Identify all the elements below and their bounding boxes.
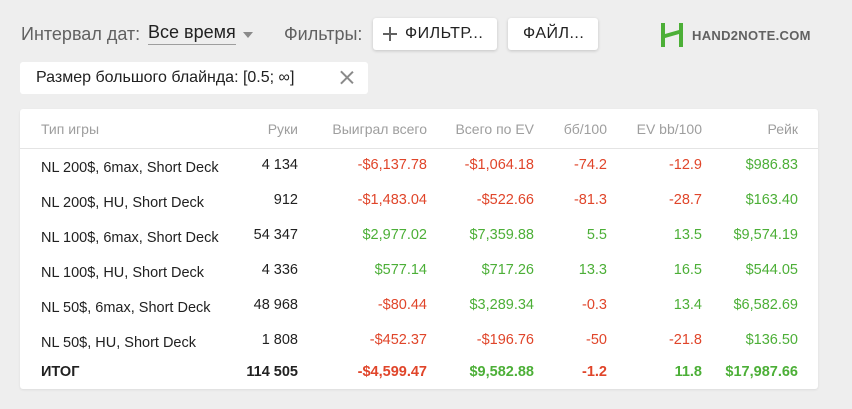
toolbar: Интервал дат: Все время Фильтры: ФИЛЬТР.… (0, 0, 852, 62)
date-interval-label: Интервал дат: (21, 24, 141, 44)
cell-ev-bb100: 13.5 (673, 227, 702, 243)
add-filter-button-label: ФИЛЬТР... (405, 25, 484, 42)
cell-game: NL 100$, 6max, Short Deck (41, 230, 219, 246)
cell-hands: 4 134 (261, 157, 298, 173)
logo-text: HAND2NOTE.COM (692, 27, 811, 43)
cell-won: -$452.37 (369, 332, 427, 348)
cell-won: -$6,137.78 (357, 157, 427, 173)
date-interval-value[interactable]: Все время (148, 22, 236, 45)
header-bb100[interactable]: бб/100 (564, 121, 607, 137)
table-header: Тип игры Руки Выиграл всего Всего по EV … (20, 109, 818, 149)
file-button[interactable]: ФАЙЛ... (508, 18, 598, 50)
table-row[interactable]: NL 100$, HU, Short Deck 4 336 $577.14 $7… (20, 262, 818, 297)
cell-hands: 1 808 (261, 332, 298, 348)
cell-bb100: 13.3 (578, 262, 607, 278)
hand2note-logo[interactable]: HAND2NOTE.COM (659, 21, 811, 49)
plus-icon (383, 27, 397, 41)
cell-game: NL 50$, HU, Short Deck (41, 335, 196, 351)
total-hands: 114 505 (246, 364, 298, 380)
cell-rake: $544.05 (745, 262, 798, 278)
cell-game: NL 200$, HU, Short Deck (41, 195, 205, 211)
header-ev-total[interactable]: Всего по EV (455, 121, 534, 137)
header-rake[interactable]: Рейк (768, 121, 798, 137)
table-row[interactable]: NL 200$, 6max, Short Deck 4 134 -$6,137.… (20, 157, 818, 192)
add-filter-button[interactable]: ФИЛЬТР... (373, 18, 497, 50)
file-button-label: ФАЙЛ... (523, 25, 585, 42)
cell-bb100: -0.3 (582, 297, 607, 313)
table-row[interactable]: NL 200$, HU, Short Deck 912 -$1,483.04 -… (20, 192, 818, 227)
cell-game: NL 50$, 6max, Short Deck (41, 300, 211, 316)
total-label: ИТОГ (41, 364, 80, 380)
cell-won: -$80.44 (377, 297, 427, 313)
cell-ev: $7,359.88 (469, 227, 534, 243)
cell-hands: 912 (273, 192, 298, 208)
total-ev-bb100: 11.8 (674, 364, 702, 380)
cell-won: $577.14 (374, 262, 427, 278)
cell-ev-bb100: 13.4 (673, 297, 702, 313)
cell-ev: -$196.76 (476, 332, 534, 348)
date-interval-select[interactable]: Все время (148, 22, 253, 46)
cell-rake: $6,582.69 (733, 297, 798, 313)
cell-hands: 4 336 (261, 262, 298, 278)
cell-bb100: -74.2 (573, 157, 607, 173)
cell-bb100: 5.5 (586, 227, 607, 243)
cell-rake: $9,574.19 (733, 227, 798, 243)
cell-ev-bb100: -28.7 (668, 192, 702, 208)
cell-won: -$1,483.04 (357, 192, 427, 208)
filters-label: Фильтры: (284, 24, 363, 44)
header-ev-bb100[interactable]: EV bb/100 (637, 121, 702, 137)
table-row[interactable]: NL 50$, 6max, Short Deck 48 968 -$80.44 … (20, 297, 818, 332)
cell-rake: $163.40 (745, 192, 798, 208)
header-hands[interactable]: Руки (268, 121, 298, 137)
total-won: -$4,599.47 (357, 364, 427, 380)
table-row[interactable]: NL 100$, 6max, Short Deck 54 347 $2,977.… (20, 227, 818, 262)
table-row[interactable]: NL 50$, HU, Short Deck 1 808 -$452.37 -$… (20, 332, 818, 367)
table-total-row: ИТОГ 114 505 -$4,599.47 $9,582.88 -1.2 1… (20, 364, 818, 399)
active-filter-chip[interactable]: Размер большого блайнда: [0.5; ∞] (20, 62, 368, 94)
cell-ev-bb100: -21.8 (668, 332, 702, 348)
active-filter-label: Размер большого блайнда: [0.5; ∞] (36, 69, 295, 86)
cell-ev: $717.26 (481, 262, 534, 278)
cell-ev: $3,289.34 (469, 297, 534, 313)
results-table: Тип игры Руки Выиграл всего Всего по EV … (20, 109, 818, 389)
cell-won: $2,977.02 (362, 227, 427, 243)
total-bb100: -1.2 (582, 364, 607, 380)
cell-ev-bb100: -12.9 (668, 157, 702, 173)
header-won-total[interactable]: Выиграл всего (332, 121, 427, 137)
close-icon[interactable] (340, 70, 354, 84)
cell-bb100: -81.3 (573, 192, 607, 208)
cell-game: NL 100$, HU, Short Deck (41, 265, 205, 281)
cell-rake: $136.50 (745, 332, 798, 348)
cell-ev: -$522.66 (476, 192, 534, 208)
cell-bb100: -50 (586, 332, 607, 348)
cell-ev-bb100: 16.5 (673, 262, 702, 278)
dropdown-arrow-icon[interactable] (243, 32, 253, 38)
cell-game: NL 200$, 6max, Short Deck (41, 160, 219, 176)
cell-ev: -$1,064.18 (464, 157, 534, 173)
header-game-type[interactable]: Тип игры (41, 121, 99, 137)
hand2note-logo-icon (661, 23, 683, 47)
cell-hands: 48 968 (253, 297, 298, 313)
total-ev: $9,582.88 (469, 364, 534, 380)
total-rake: $17,987.66 (725, 364, 798, 380)
cell-rake: $986.83 (745, 157, 798, 173)
cell-hands: 54 347 (253, 227, 298, 243)
